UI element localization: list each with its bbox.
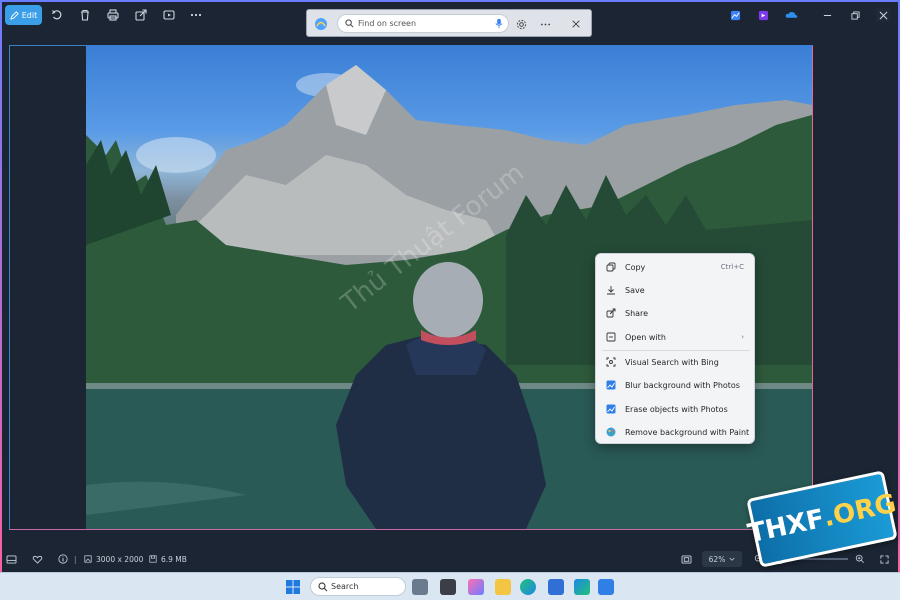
logo-name: THXF [745,503,828,550]
taskbar-search[interactable]: Search [310,577,406,596]
rotate-icon[interactable] [49,7,65,23]
info-icon[interactable] [58,553,68,565]
file-explorer-icon[interactable] [495,579,511,595]
fullscreen-icon[interactable] [880,553,889,565]
share-icon[interactable] [133,7,149,23]
zoom-in-icon[interactable] [855,553,865,565]
close-icon[interactable] [569,17,583,31]
logo-suffix: .ORG [820,488,899,534]
menu-item-erase-objects[interactable]: Erase objects with Photos [600,399,752,419]
share-icon [604,306,618,320]
top-toolbar: Edit [0,0,900,37]
gear-icon[interactable] [514,17,528,31]
close-window-icon[interactable] [876,8,890,22]
save-icon [149,555,157,563]
file-size: 6.9 MB [149,553,187,565]
restore-icon[interactable] [848,8,862,22]
search-icon [318,582,328,592]
photos-icon [604,378,618,392]
print-icon[interactable] [105,7,121,23]
windows-taskbar: Search [0,572,900,600]
onedrive-icon[interactable] [784,8,798,22]
photos-icon [604,402,618,416]
edge-dev-icon[interactable] [574,579,590,595]
minimize-icon[interactable] [820,8,834,22]
find-on-screen-bar [306,9,592,37]
menu-item-visual-search[interactable]: Visual Search with Bing [600,352,752,372]
download-icon [604,283,618,297]
find-more-icon[interactable] [538,17,552,31]
paint-icon [604,425,618,439]
menu-separator [602,350,750,351]
filmstrip-icon[interactable] [6,553,17,565]
photos-taskbar-icon[interactable] [598,579,614,595]
menu-item-remove-background[interactable]: Remove background with Paint [600,422,752,442]
more-icon[interactable] [188,7,204,23]
visual-search-icon [604,355,618,369]
edge-icon[interactable] [520,579,536,595]
slideshow-icon[interactable] [161,7,177,23]
context-menu: Copy Ctrl+C Save Share Open with › Visua… [595,253,755,444]
edit-button[interactable]: Edit [5,5,42,25]
menu-item-open-with[interactable]: Open with › [600,327,752,347]
photos-app-icon[interactable] [728,8,742,22]
menu-item-copy[interactable]: Copy Ctrl+C [600,257,752,277]
delete-icon[interactable] [77,7,93,23]
clipchamp-icon[interactable] [756,8,770,22]
pencil-icon [9,10,19,20]
heart-icon[interactable] [32,553,43,565]
image-dimensions: 3000 x 2000 [84,553,143,565]
image-icon [84,555,92,563]
store-icon[interactable] [548,579,564,595]
search-icon [345,19,354,28]
find-on-screen-input[interactable] [337,14,509,33]
status-divider: | [74,554,77,564]
task-view-icon[interactable] [440,579,456,595]
copy-icon [604,260,618,274]
copilot-icon[interactable] [313,16,329,32]
zoom-dropdown[interactable]: 62% [702,551,742,567]
menu-item-save[interactable]: Save [600,280,752,300]
menu-item-blur-background[interactable]: Blur background with Photos [600,375,752,395]
menu-item-share[interactable]: Share [600,303,752,323]
edit-button-label: Edit [21,10,38,20]
copilot-taskbar-icon[interactable] [468,579,484,595]
open-with-icon [604,330,618,344]
chevron-right-icon: › [741,333,744,341]
windows-start-icon[interactable] [285,579,301,595]
fit-to-window-icon[interactable] [681,553,692,565]
microphone-icon[interactable] [494,18,504,29]
avatar-icon[interactable] [412,579,428,595]
chevron-down-icon [729,557,735,561]
